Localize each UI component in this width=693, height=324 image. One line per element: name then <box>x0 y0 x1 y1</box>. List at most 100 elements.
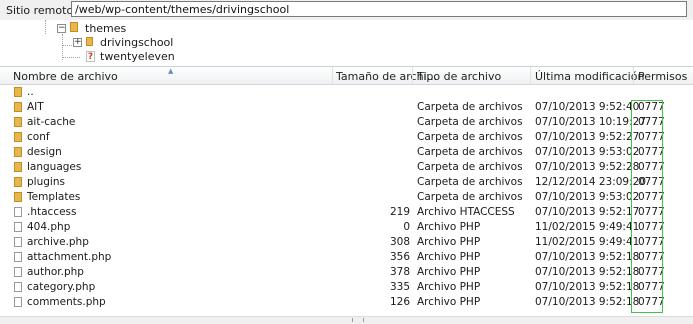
file-row[interactable]: ait-cache Carpeta de archivos 07/10/2013… <box>0 115 693 130</box>
file-size: 308 <box>389 236 410 248</box>
file-type: Carpeta de archivos <box>417 161 523 173</box>
column-separator[interactable] <box>530 67 531 84</box>
file-size: 356 <box>389 251 410 263</box>
remote-site-label: Sitio remoto: <box>6 4 77 17</box>
file-list[interactable]: .. AIT Carpeta de archivos 07/10/2013 9:… <box>0 85 693 323</box>
file-icon <box>14 267 22 277</box>
file-type: Carpeta de archivos <box>417 131 523 143</box>
file-modified: 12/12/2014 23:09:20 <box>535 176 647 188</box>
column-permissions[interactable]: Permisos <box>638 70 687 83</box>
file-permissions: 0777 <box>638 221 665 233</box>
file-name: 404.php <box>27 221 71 233</box>
file-type: Archivo PHP <box>417 236 481 248</box>
tree-node-themes[interactable]: themes <box>85 22 126 35</box>
remote-directory-tree[interactable]: − themes + drivingschool ? twentyeleven <box>0 20 693 67</box>
file-permissions: 0777 <box>638 236 665 248</box>
file-modified: 11/02/2015 9:49:41 <box>535 221 640 233</box>
file-row[interactable]: attachment.php 356 Archivo PHP 07/10/201… <box>0 250 693 265</box>
file-type: Carpeta de archivos <box>417 101 523 113</box>
file-row[interactable]: author.php 378 Archivo PHP 07/10/2013 9:… <box>0 265 693 280</box>
file-permissions: 0777 <box>638 191 665 203</box>
file-type: Archivo PHP <box>417 281 481 293</box>
file-modified: 07/10/2013 9:52:18 <box>535 251 640 263</box>
file-type: Archivo HTACCESS <box>417 206 515 218</box>
column-separator[interactable] <box>633 67 634 84</box>
file-size: 335 <box>389 281 410 293</box>
file-modified: 07/10/2013 9:52:18 <box>535 296 640 308</box>
column-name[interactable]: Nombre de archivo <box>13 70 118 83</box>
file-row[interactable]: comments.php 126 Archivo PHP 07/10/2013 … <box>0 295 693 310</box>
scrollbar-grip-icon[interactable] <box>352 318 364 322</box>
file-modified: 07/10/2013 9:52:17 <box>535 206 640 218</box>
tree-node-twentyeleven[interactable]: twentyeleven <box>100 50 175 63</box>
file-row[interactable]: Templates Carpeta de archivos 07/10/2013… <box>0 190 693 205</box>
file-row[interactable]: design Carpeta de archivos 07/10/2013 9:… <box>0 145 693 160</box>
file-type: Carpeta de archivos <box>417 116 523 128</box>
file-list-header: Nombre de archivo ▲ Tamaño de archi... T… <box>0 67 693 85</box>
folder-icon <box>14 117 22 127</box>
file-name: languages <box>27 161 82 173</box>
file-row[interactable]: plugins Carpeta de archivos 12/12/2014 2… <box>0 175 693 190</box>
file-name: .htaccess <box>27 206 77 218</box>
file-permissions: 0777 <box>638 101 665 113</box>
file-type: Carpeta de archivos <box>417 191 523 203</box>
file-permissions: 0777 <box>638 251 665 263</box>
file-row[interactable]: AIT Carpeta de archivos 07/10/2013 9:52:… <box>0 100 693 115</box>
remote-path-input[interactable] <box>71 1 687 17</box>
file-row[interactable]: category.php 335 Archivo PHP 07/10/2013 … <box>0 280 693 295</box>
file-modified: 07/10/2013 9:53:02 <box>535 146 640 158</box>
file-name: Templates <box>27 191 81 203</box>
file-modified: 07/10/2013 9:52:27 <box>535 131 640 143</box>
folder-icon <box>14 102 22 112</box>
folder-icon <box>14 87 22 97</box>
file-modified: 07/10/2013 9:52:18 <box>535 266 640 278</box>
folder-icon <box>14 177 22 187</box>
folder-icon <box>14 162 22 172</box>
column-separator[interactable] <box>332 67 333 84</box>
tree-node-drivingschool[interactable]: drivingschool <box>100 36 173 49</box>
expand-toggle-icon[interactable]: + <box>73 38 82 47</box>
remote-path-bar: Sitio remoto: <box>0 0 693 21</box>
sort-ascending-icon: ▲ <box>168 67 174 75</box>
file-row[interactable]: .htaccess 219 Archivo HTACCESS 07/10/201… <box>0 205 693 220</box>
file-name: archive.php <box>27 236 89 248</box>
file-permissions: 0777 <box>638 116 665 128</box>
file-permissions: 0777 <box>638 206 665 218</box>
file-row[interactable]: languages Carpeta de archivos 07/10/2013… <box>0 160 693 175</box>
file-row[interactable]: conf Carpeta de archivos 07/10/2013 9:52… <box>0 130 693 145</box>
folder-open-icon <box>70 22 78 32</box>
file-type: Archivo PHP <box>417 251 481 263</box>
file-name: category.php <box>27 281 96 293</box>
file-modified: 07/10/2013 9:52:40 <box>535 101 640 113</box>
folder-icon <box>14 132 22 142</box>
file-row[interactable]: archive.php 308 Archivo PHP 11/02/2015 9… <box>0 235 693 250</box>
file-name: plugins <box>27 176 65 188</box>
file-type: Archivo PHP <box>417 296 481 308</box>
column-type[interactable]: Tipo de archivo <box>417 70 501 83</box>
file-icon <box>14 282 22 292</box>
file-name: AIT <box>27 101 44 113</box>
file-permissions: 0777 <box>638 296 665 308</box>
file-modified: 11/02/2015 9:49:41 <box>535 236 640 248</box>
file-name: attachment.php <box>27 251 112 263</box>
column-modified[interactable]: Última modificación <box>535 70 644 83</box>
file-permissions: 0777 <box>638 266 665 278</box>
file-size: 126 <box>389 296 410 308</box>
file-type: Archivo PHP <box>417 266 481 278</box>
file-type: Carpeta de archivos <box>417 176 523 188</box>
column-separator[interactable] <box>412 67 413 84</box>
tree-guide-line <box>62 57 80 58</box>
collapse-toggle-icon[interactable]: − <box>57 24 66 33</box>
file-row[interactable]: 404.php 0 Archivo PHP 11/02/2015 9:49:41… <box>0 220 693 235</box>
file-row-parent[interactable]: .. <box>0 85 693 100</box>
file-name: comments.php <box>27 296 106 308</box>
file-icon <box>14 207 22 217</box>
file-size: 378 <box>389 266 410 278</box>
file-type: Archivo PHP <box>417 221 481 233</box>
file-modified: 07/10/2013 10:19:27 <box>535 116 647 128</box>
file-permissions: 0777 <box>638 161 665 173</box>
file-icon <box>14 252 22 262</box>
tree-guide-line <box>45 20 46 34</box>
unknown-folder-icon: ? <box>86 51 95 62</box>
file-name: design <box>27 146 62 158</box>
